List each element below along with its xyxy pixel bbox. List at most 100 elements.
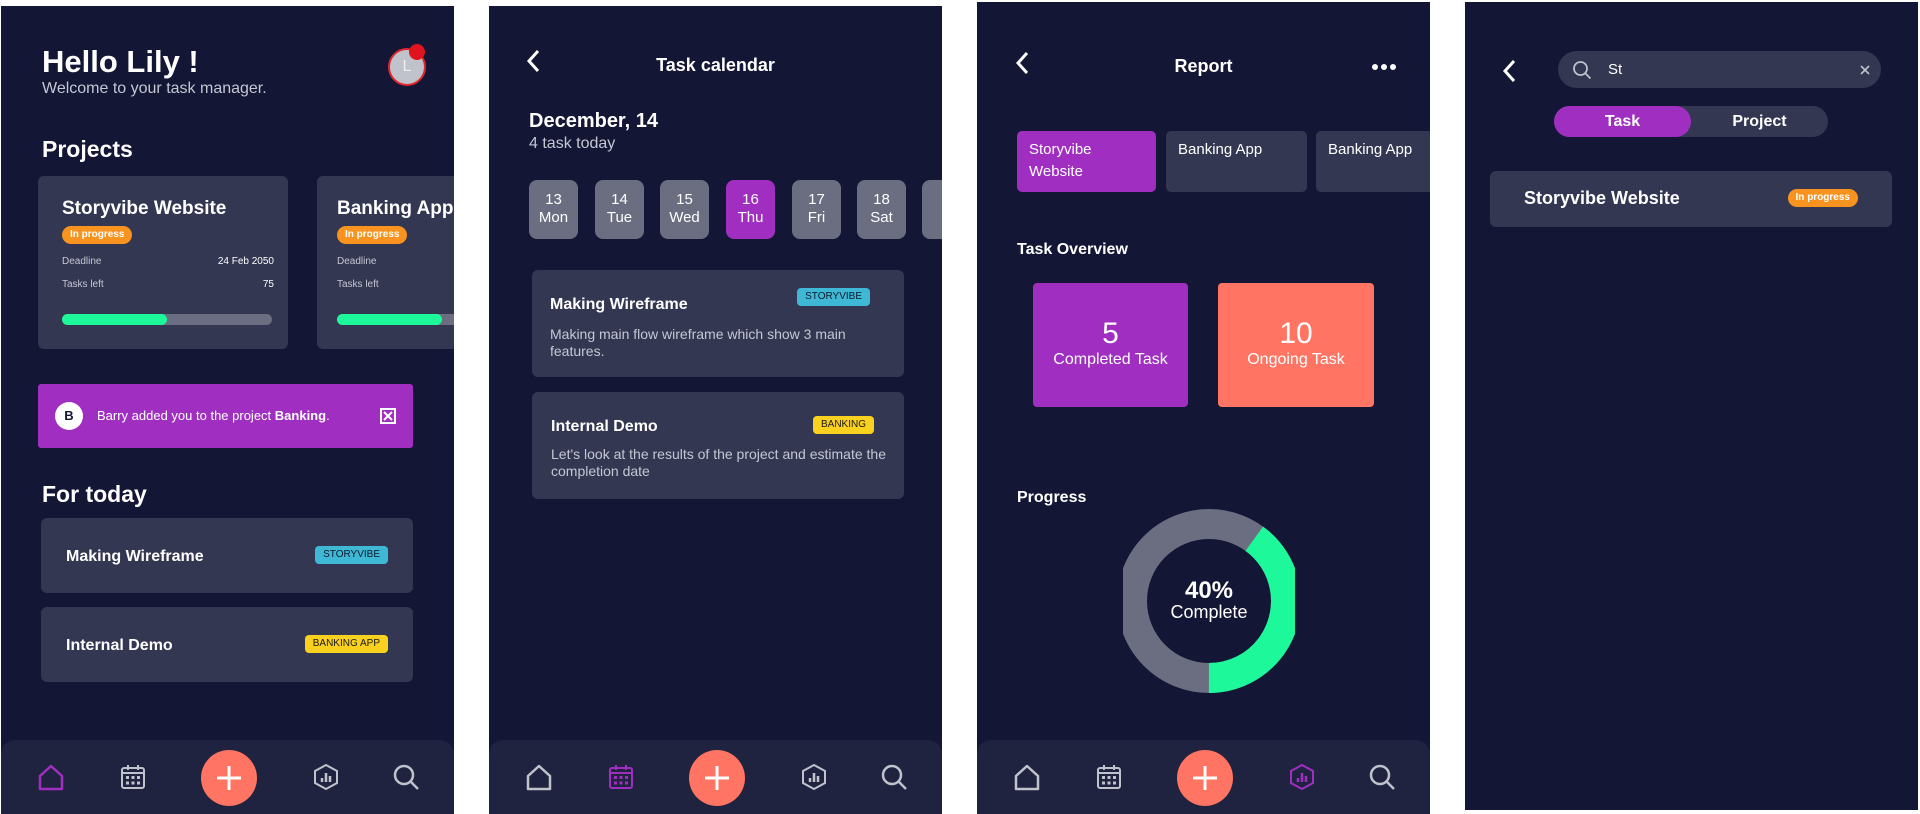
project-filter[interactable]: Banking App [1166, 131, 1307, 192]
completed-label: Completed Task [1053, 351, 1168, 368]
task-description: Making main flow wireframe which show 3 … [550, 326, 846, 359]
report-icon[interactable] [796, 759, 832, 795]
today-task-item[interactable]: Internal Demo BANKING APP [41, 607, 413, 682]
day-name: Mon [538, 209, 569, 226]
task-title: Internal Demo [551, 418, 658, 435]
task-description: Let's look at the results of the project… [551, 446, 886, 479]
calendar-icon[interactable] [603, 759, 639, 795]
search-icon[interactable] [1364, 759, 1400, 795]
clear-icon[interactable] [1859, 63, 1871, 81]
status-badge: In progress [62, 226, 133, 244]
search-result-item[interactable]: Storyvibe Website In progress [1490, 171, 1892, 227]
project-filter-selected[interactable]: Storyvibe Website [1017, 131, 1156, 192]
tasks-left-label: Tasks left [62, 279, 104, 290]
notification-banner[interactable]: B Barry added you to the project Banking… [38, 384, 413, 448]
more-icon[interactable] [1371, 58, 1397, 76]
day-number: 14 [611, 191, 628, 208]
task-tag: STORYVIBE [797, 288, 870, 306]
notification-suffix: . [326, 408, 330, 423]
day-number: 17 [808, 191, 825, 208]
calendar-task-card[interactable]: Internal Demo BANKING Let's look at the … [532, 392, 904, 499]
task-title: Internal Demo [66, 637, 173, 654]
report-screen: Report Storyvibe Website Banking App Ban… [977, 2, 1430, 814]
add-task-button[interactable] [201, 750, 257, 806]
day-picker-item[interactable]: 2S [922, 180, 942, 239]
calendar-screen: Task calendar December, 14 4 task today … [489, 6, 942, 814]
day-picker-item[interactable]: 15 Wed [660, 180, 709, 239]
project-name: Banking App [337, 198, 454, 219]
bottom-nav [489, 740, 942, 814]
day-picker-item-selected[interactable]: 16 Thu [726, 180, 775, 239]
for-today-heading: For today [42, 481, 147, 507]
search-bar[interactable]: St [1558, 51, 1881, 88]
day-name: Wed [669, 209, 700, 226]
day-number: 18 [873, 191, 890, 208]
task-count: 4 task today [529, 135, 616, 152]
ongoing-count: 10 [1279, 317, 1313, 350]
day-number: 13 [545, 191, 562, 208]
day-picker-item[interactable]: 17 Fri [792, 180, 841, 239]
today-task-item[interactable]: Making Wireframe STORYVIBE [41, 518, 413, 593]
date-heading: December, 14 [529, 110, 658, 132]
tab-task[interactable]: Task [1554, 106, 1691, 137]
status-badge: In progress [1787, 189, 1858, 207]
day-picker-item[interactable]: 14 Tue [595, 180, 644, 239]
greeting-subtitle: Welcome to your task manager. [42, 80, 267, 97]
back-icon[interactable] [1501, 58, 1517, 89]
notification-avatar: B [55, 402, 83, 430]
page-title: Task calendar [656, 55, 775, 75]
home-icon[interactable] [1009, 759, 1045, 795]
progress-track [62, 314, 272, 325]
progress-fill [62, 314, 167, 325]
day-number: 15 [676, 191, 693, 208]
add-task-button[interactable] [689, 750, 745, 806]
search-input[interactable]: St [1608, 61, 1622, 78]
deadline-label: Deadline [337, 256, 377, 267]
day-picker-item[interactable]: 18 Sat [857, 180, 906, 239]
page-title: Report [1174, 56, 1233, 76]
close-icon[interactable] [380, 408, 396, 424]
add-task-button[interactable] [1177, 750, 1233, 806]
search-icon [1572, 60, 1592, 85]
progress-heading: Progress [1017, 489, 1087, 506]
progress-track [337, 314, 454, 325]
report-icon[interactable] [308, 759, 344, 795]
project-filter[interactable]: Banking App [1316, 131, 1430, 192]
deadline-label: Deadline [62, 256, 102, 267]
bottom-nav [1, 740, 454, 814]
calendar-icon[interactable] [1091, 759, 1127, 795]
notification-project: Banking [274, 408, 327, 423]
project-card[interactable]: Banking App In progress Deadline Tasks l… [317, 176, 454, 349]
notification-text: Barry added you to the project Banking. [97, 408, 330, 423]
day-name: Tue [606, 209, 633, 226]
progress-label: Complete [1170, 602, 1248, 622]
calendar-icon[interactable] [115, 759, 151, 795]
notification-dot [409, 44, 425, 60]
completed-task-stat: 5 Completed Task [1033, 283, 1188, 407]
report-icon[interactable] [1284, 759, 1320, 795]
project-card[interactable]: Storyvibe Website In progress Deadline 2… [38, 176, 288, 349]
search-screen: St Task Project Storyvibe Website In pro… [1465, 2, 1918, 810]
home-icon[interactable] [521, 759, 557, 795]
task-title: Making Wireframe [550, 296, 688, 313]
calendar-task-card[interactable]: Making Wireframe STORYVIBE Making main f… [532, 270, 904, 377]
tasks-left-label: Tasks left [337, 279, 379, 290]
day-name: Fri [807, 209, 826, 226]
tab-project[interactable]: Project [1691, 106, 1828, 137]
progress-percent: 40% [1184, 577, 1234, 604]
day-name: Thu [737, 209, 764, 226]
search-icon[interactable] [388, 759, 424, 795]
completed-count: 5 [1102, 317, 1119, 350]
day-picker-item[interactable]: 13 Mon [529, 180, 578, 239]
home-icon[interactable] [33, 759, 69, 795]
task-tag: STORYVIBE [315, 546, 388, 564]
tasks-left-value: 75 [262, 279, 274, 290]
task-tag: BANKING APP [304, 635, 388, 653]
search-icon[interactable] [876, 759, 912, 795]
task-tag: BANKING [812, 416, 874, 434]
projects-heading: Projects [42, 136, 133, 162]
ongoing-task-stat: 10 Ongoing Task [1218, 283, 1374, 407]
day-name: S [922, 209, 942, 227]
day-number: 16 [742, 191, 759, 208]
notification-message: Barry added you to the project [97, 408, 275, 423]
